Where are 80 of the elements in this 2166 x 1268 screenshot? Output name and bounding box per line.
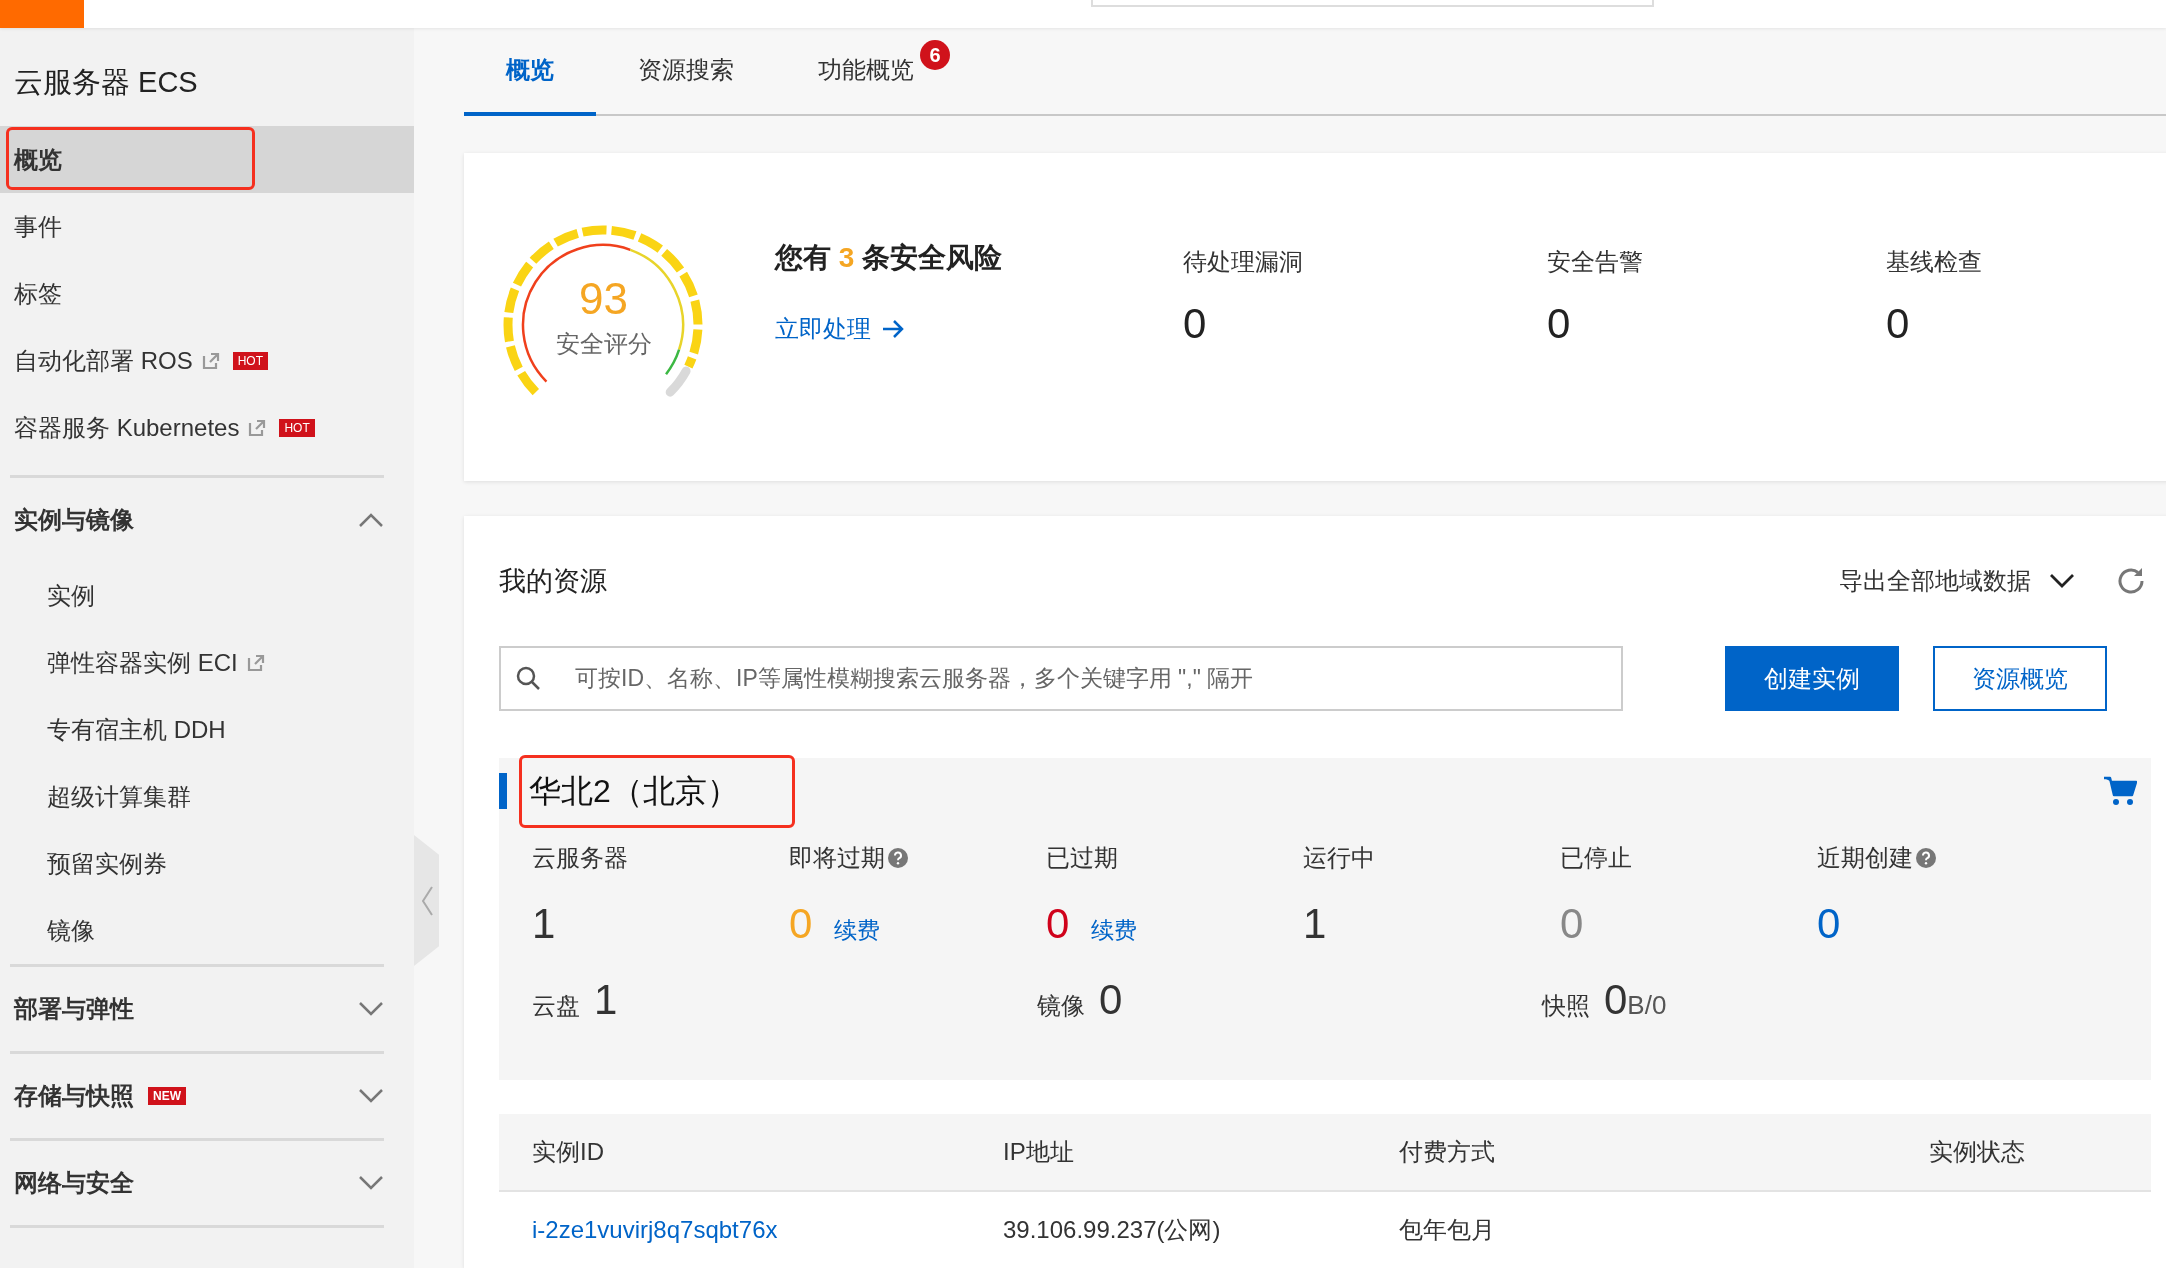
new-badge: NEW (148, 1087, 186, 1105)
stat-label: 运行中 (1303, 843, 1375, 873)
metric-label: 安全告警 (1547, 247, 1644, 278)
export-dropdown[interactable]: 导出全部地域数据 (1839, 565, 2075, 597)
sidebar-item[interactable]: 预留实例券 (0, 830, 414, 897)
chevron-down-icon[interactable] (2049, 573, 2075, 589)
stat-label: 已停止 (1560, 843, 1632, 873)
score-label: 安全评分 (555, 329, 652, 360)
section-label: 实例与镜像 (14, 505, 134, 535)
stat-value: 0 (1099, 976, 1123, 1024)
create-button[interactable]: 创建实例 (1725, 646, 1899, 711)
metric-value: 0 (1183, 300, 1208, 349)
handle-now-link[interactable]: 立即处理 (775, 313, 1183, 346)
stat-value: 0 (789, 900, 813, 947)
sidebar-item[interactable]: 容器服务 Kubernetes HOT (0, 394, 414, 461)
sidebar-item[interactable]: 专有宿主机 DDH (0, 696, 414, 763)
stat-value: 0 (1817, 900, 1841, 947)
metric-value: 0 (1547, 300, 1572, 349)
instance-id-link[interactable]: i-2ze1vuvirj8q7sqbt76x (532, 1216, 1003, 1244)
chevron-left-icon (420, 885, 433, 916)
search-field[interactable]: 可按ID、名称、IP等属性模糊搜索云服务器，多个关键字用 "," 隔开 (499, 646, 1623, 711)
sidebar-title: 云服务器 ECS (13, 65, 199, 100)
section-title: 我的资源 (499, 565, 607, 598)
sidebar-section[interactable]: 部署与弹性 (10, 964, 384, 1051)
arrow-right-icon (881, 319, 905, 340)
table-cell-text: 包年包月 (1399, 1215, 1496, 1245)
stat-unit: B/0 (1627, 990, 1667, 1021)
metric-label: 基线检查 (1886, 247, 1983, 278)
stat-label: 快照 (1542, 991, 1590, 1021)
hot-badge: HOT (232, 351, 269, 370)
stat-value: 0 (1604, 976, 1628, 1024)
renew-link[interactable]: 续费 (834, 917, 881, 943)
risk-summary: 您有 3 条安全风险 (775, 241, 1004, 276)
sidebar-item[interactable]: 实例 (0, 562, 414, 629)
sidebar-item[interactable]: 超级计算集群 (0, 763, 414, 830)
stat-label: 已过期 (1046, 843, 1118, 873)
column-header: IP地址 (1003, 1137, 1075, 1167)
stat-label: 云服务器 (532, 843, 628, 873)
tab[interactable]: 资源搜索 (596, 28, 776, 117)
metric-value: 0 (1886, 300, 1911, 349)
tab[interactable]: 概览 (464, 28, 596, 117)
overview-button[interactable]: 资源概览 (1933, 646, 2107, 711)
stat-value: 0 (1560, 900, 1584, 947)
chevron-up-icon[interactable] (358, 512, 384, 528)
hot-badge: HOT (279, 418, 315, 437)
sidebar-item[interactable]: 镜像 (0, 897, 414, 964)
sidebar-item[interactable]: 弹性容器实例 ECI (0, 629, 414, 696)
column-header: 实例状态 (1929, 1137, 2026, 1167)
help-icon[interactable] (1915, 847, 1937, 869)
help-icon[interactable] (887, 847, 909, 869)
stat-value: 1 (532, 900, 556, 947)
search-icon (515, 665, 541, 691)
stat-label: 即将过期 (789, 843, 885, 873)
tab[interactable]: 功能概览 6 (776, 28, 956, 117)
sidebar-item[interactable]: 概览 (0, 126, 414, 193)
renew-link[interactable]: 续费 (1091, 917, 1138, 943)
section-label: 网络与安全 (14, 1168, 134, 1198)
sidebar-section[interactable]: 网络与安全 (10, 1138, 384, 1225)
stat-value: 1 (1303, 900, 1327, 947)
sidebar-item[interactable]: 事件 (0, 193, 414, 260)
stat-value: 1 (594, 976, 618, 1024)
column-header: 付费方式 (1399, 1137, 1496, 1167)
region-name: 华北2（北京） (499, 773, 739, 809)
stat-value: 0 (1046, 900, 1070, 947)
column-header: 实例ID (532, 1137, 605, 1167)
sidebar-item[interactable]: 自动化部署 ROS HOT (0, 327, 414, 394)
table-cell-text: 39.106.99.237(公网) (1003, 1215, 1222, 1245)
metric-label: 待处理漏洞 (1183, 247, 1304, 278)
top-search-field[interactable] (1091, 0, 1654, 7)
cart-icon[interactable] (2103, 775, 2137, 807)
sidebar-section[interactable]: 存储与快照 NEW (10, 1051, 384, 1138)
section-label: 部署与弹性 (14, 994, 134, 1024)
count-badge: 6 (920, 40, 950, 70)
section-label: 存储与快照 (14, 1081, 134, 1111)
sidebar-item[interactable]: 标签 (0, 260, 414, 327)
stat-label: 云盘 (532, 991, 580, 1021)
sidebar-section[interactable]: 实例与镜像 (10, 475, 384, 562)
security-score: 93 (579, 274, 628, 325)
stat-label: 近期创建 (1817, 843, 1913, 873)
stat-label: 镜像 (1037, 991, 1085, 1021)
